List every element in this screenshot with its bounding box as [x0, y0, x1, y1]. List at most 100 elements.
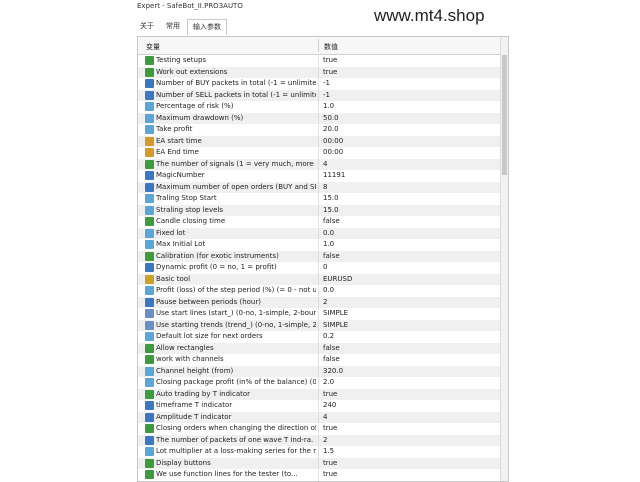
table-row[interactable]: Take profit 20.0 [138, 124, 500, 136]
table-row[interactable]: Default lot size for next orders 0.2 [138, 331, 500, 343]
table-row[interactable]: Maximum drawdown (%) 50.0 [138, 112, 500, 125]
cell-divider [318, 124, 319, 136]
table-row[interactable]: Basic tool EURUSD [138, 273, 500, 286]
parameter-value[interactable]: 1.0 [323, 239, 334, 251]
parameter-value[interactable]: 15.0 [323, 193, 339, 205]
table-row[interactable]: Pause between periods (hour) 2 [138, 296, 500, 309]
table-row[interactable]: work with channels false [138, 354, 500, 366]
parameter-value[interactable]: SIMPLE [323, 308, 348, 320]
table-row[interactable]: Percentage of risk (%) 1.0 [138, 101, 500, 113]
parameter-value[interactable]: 240 [323, 400, 336, 412]
table-row[interactable]: Max Initial Lot 1.0 [138, 239, 500, 251]
num-type-icon [145, 171, 154, 180]
parameter-value[interactable]: true [323, 469, 337, 481]
column-header-variable[interactable]: 变量 [146, 42, 160, 52]
table-row[interactable]: Number of BUY packets in total (-1 = unl… [138, 78, 500, 90]
parameter-value[interactable]: 320.0 [323, 366, 343, 378]
column-divider[interactable] [318, 39, 319, 52]
table-row[interactable]: Amplitude T indicator 4 [138, 411, 500, 424]
table-row[interactable]: The number of signals (1 = very much, mo… [138, 158, 500, 171]
table-row[interactable]: Lot multiplier at a loss-making series f… [138, 446, 500, 458]
column-header-value[interactable]: 数值 [324, 42, 338, 52]
cell-divider [318, 170, 319, 182]
table-row[interactable]: Number of SELL packets in total (-1 = un… [138, 89, 500, 102]
cell-divider [318, 354, 319, 366]
table-row[interactable]: timeframe T indicator 240 [138, 400, 500, 412]
parameter-name: Profit (loss) of the step period (%) (= … [156, 286, 316, 294]
parameter-value[interactable]: 2 [323, 297, 327, 309]
parameter-value[interactable]: true [323, 458, 337, 470]
tab-common[interactable]: 常用 [161, 19, 185, 33]
table-row[interactable]: Work out extensions true [138, 66, 500, 79]
parameter-value[interactable]: EURUSD [323, 274, 352, 286]
parameter-value[interactable]: 0.2 [323, 331, 334, 343]
cell-divider [318, 101, 319, 113]
parameter-name: Use start lines (start_) (0-no, 1-simple… [156, 309, 316, 317]
table-row[interactable]: Auto trading by T indicator true [138, 388, 500, 401]
parameter-value[interactable]: 0.0 [323, 285, 334, 297]
cell-divider [318, 181, 319, 193]
parameter-value[interactable]: false [323, 251, 340, 263]
parameter-value[interactable]: SIMPLE [323, 320, 348, 332]
bool-type-icon [145, 424, 154, 433]
parameter-value[interactable]: 2.0 [323, 377, 334, 389]
cell-divider [318, 158, 319, 170]
parameter-value[interactable]: true [323, 389, 337, 401]
parameter-value[interactable]: 1.5 [323, 446, 334, 458]
parameter-value[interactable]: 4 [323, 412, 327, 424]
table-row[interactable]: Maximum number of open orders (BUY and S… [138, 181, 500, 194]
tab-about[interactable]: 关于 [135, 19, 159, 33]
cell-divider [318, 400, 319, 412]
parameter-value[interactable]: 4 [323, 159, 327, 171]
parameter-value[interactable]: true [323, 423, 337, 435]
table-row[interactable]: Candle closing time false [138, 216, 500, 228]
table-row[interactable]: Channel height (from) 320.0 [138, 365, 500, 378]
vertical-scrollbar[interactable] [500, 37, 508, 481]
parameter-value[interactable]: false [323, 216, 340, 228]
tab-inputs[interactable]: 输入参数 [187, 19, 227, 35]
parameter-value[interactable]: false [323, 343, 340, 355]
parameter-value[interactable]: 11191 [323, 170, 345, 182]
parameter-value[interactable]: 50.0 [323, 113, 339, 125]
table-row[interactable]: Traling Stop Start 15.0 [138, 193, 500, 205]
parameter-name: The number of packets of one wave T ind-… [156, 435, 316, 444]
table-row[interactable]: Calibration (for exotic instruments) fals… [138, 250, 500, 263]
dbl-type-icon [145, 378, 154, 387]
table-row[interactable]: We use function lines for the tester (to… [138, 469, 500, 481]
parameter-value[interactable]: 15.0 [323, 205, 339, 217]
parameter-value[interactable]: 20.0 [323, 124, 339, 136]
scrollbar-thumb[interactable] [502, 55, 507, 175]
parameter-value[interactable]: 8 [323, 182, 327, 194]
table-row[interactable]: MagicNumber 11191 [138, 170, 500, 182]
table-row[interactable]: Fixed lot 0.0 [138, 227, 500, 240]
parameter-value[interactable]: -1 [323, 90, 330, 102]
table-row[interactable]: Use starting trends (trend_) (0-no, 1-si… [138, 319, 500, 332]
parameter-value[interactable]: false [323, 354, 340, 366]
parameter-value[interactable]: 1.0 [323, 101, 334, 113]
table-row[interactable]: Use start lines (start_) (0-no, 1-simple… [138, 308, 500, 320]
parameter-value[interactable]: 0.0 [323, 228, 334, 240]
parameter-value[interactable]: 00:00 [323, 147, 343, 159]
table-row[interactable]: Straling stop levels 15.0 [138, 204, 500, 217]
parameter-value[interactable]: -1 [323, 78, 330, 90]
parameter-name: We use function lines for the tester (to… [156, 470, 298, 478]
table-row[interactable]: EA End time 00:00 [138, 147, 500, 159]
table-row[interactable]: Display buttons true [138, 457, 500, 470]
parameter-value[interactable]: 00:00 [323, 136, 343, 148]
cell-divider [318, 446, 319, 458]
table-row[interactable]: Closing orders when changing the directi… [138, 423, 500, 435]
table-row[interactable]: Allow rectangles false [138, 342, 500, 355]
cell-divider [318, 55, 319, 67]
parameter-name: Channel height (from) [156, 366, 234, 375]
table-row[interactable]: EA start time 00:00 [138, 135, 500, 148]
table-row[interactable]: The number of packets of one wave T ind-… [138, 434, 500, 447]
table-row[interactable]: Profit (loss) of the step period (%) (= … [138, 285, 500, 297]
parameter-value[interactable]: true [323, 55, 337, 67]
table-row[interactable]: Dynamic profit (0 = no, 1 = profit) 0 [138, 262, 500, 274]
num-type-icon [145, 182, 154, 192]
parameter-value[interactable]: 2 [323, 435, 327, 447]
table-row[interactable]: Closing package profit (in% of the balan… [138, 377, 500, 389]
parameter-value[interactable]: true [323, 67, 337, 79]
parameter-value[interactable]: 0 [323, 262, 327, 274]
table-row[interactable]: Testing setups true [138, 55, 500, 67]
